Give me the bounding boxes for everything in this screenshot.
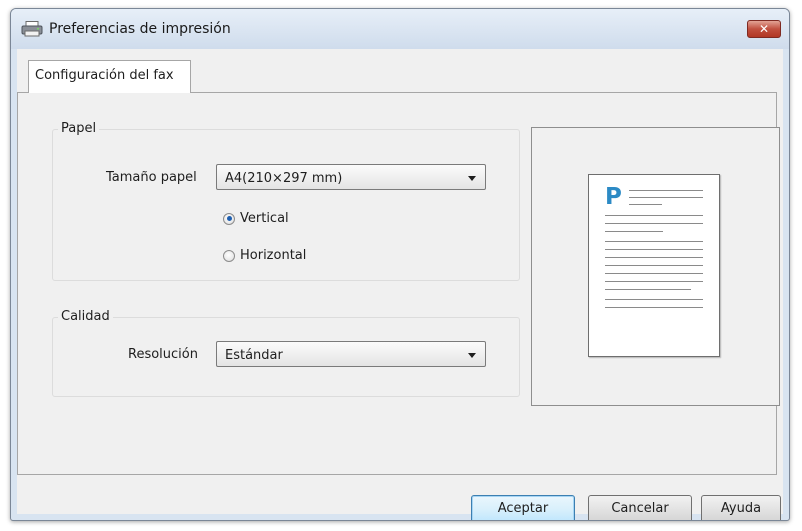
preview-line — [605, 241, 703, 242]
preview-line — [605, 299, 703, 300]
close-button[interactable]: ✕ — [747, 20, 781, 38]
preview-line — [605, 231, 663, 232]
preview-line — [629, 197, 703, 198]
orientation-horizontal-label: Horizontal — [240, 248, 307, 263]
radio-button-checked[interactable] — [223, 212, 235, 225]
cancel-button[interactable]: Cancelar — [588, 495, 692, 520]
quality-group-legend: Calidad — [58, 309, 113, 324]
radio-button-unchecked[interactable] — [223, 249, 235, 262]
preview-line — [605, 307, 703, 308]
title-bar[interactable]: Preferencias de impresión ✕ — [11, 9, 789, 49]
preview-line — [605, 215, 703, 216]
close-icon: ✕ — [758, 22, 770, 36]
preview-line — [605, 265, 703, 266]
preview-line — [605, 273, 703, 274]
paper-size-label: Tamaño papel — [106, 170, 197, 185]
fax-settings-panel: Papel Tamaño papel A4(210×297 mm) Vertic… — [17, 92, 780, 475]
paper-size-value: A4(210×297 mm) — [225, 171, 343, 186]
orientation-horizontal-option[interactable]: Horizontal — [223, 248, 306, 263]
orientation-vertical-option[interactable]: Vertical — [223, 211, 289, 226]
chevron-down-icon — [468, 176, 476, 181]
preview-line — [605, 281, 703, 282]
preview-line — [605, 249, 703, 250]
resolution-label: Resolución — [128, 347, 198, 362]
orientation-vertical-label: Vertical — [240, 211, 289, 226]
page-preview: P — [588, 174, 720, 357]
page-letter-icon: P — [605, 184, 622, 210]
resolution-value: Estándar — [225, 348, 283, 363]
paper-group-legend: Papel — [58, 121, 100, 136]
tab-fax-settings[interactable]: Configuración del fax — [28, 60, 191, 93]
page-preview-frame: P — [531, 127, 780, 406]
preview-line — [605, 289, 691, 290]
resolution-dropdown[interactable]: Estándar — [216, 341, 486, 367]
window-title: Preferencias de impresión — [49, 21, 231, 37]
ok-button[interactable]: Aceptar — [471, 495, 575, 520]
dialog-client-area: Configuración del fax Papel Tamaño papel… — [17, 49, 783, 520]
help-button[interactable]: Ayuda — [701, 495, 781, 520]
chevron-down-icon — [468, 353, 476, 358]
preview-line — [629, 190, 703, 191]
preview-line — [605, 257, 703, 258]
preview-line — [605, 223, 703, 224]
paper-size-dropdown[interactable]: A4(210×297 mm) — [216, 164, 486, 190]
printer-icon — [21, 21, 43, 37]
print-preferences-dialog: Preferencias de impresión ✕ Configuració… — [10, 8, 790, 521]
preview-line — [629, 204, 662, 205]
